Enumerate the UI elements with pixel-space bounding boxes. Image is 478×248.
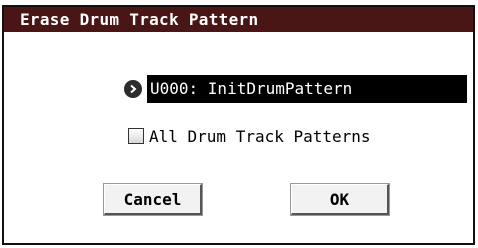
cancel-button[interactable]: Cancel <box>104 184 202 215</box>
arrow-right-glyph <box>130 84 137 94</box>
play-circle-icon[interactable] <box>124 80 142 98</box>
all-patterns-checkbox-row[interactable]: All Drum Track Patterns <box>128 125 371 147</box>
ok-button[interactable]: OK <box>291 184 389 215</box>
erase-drum-track-pattern-dialog: Erase Drum Track Pattern U000: InitDrumP… <box>2 5 475 245</box>
all-patterns-label: All Drum Track Patterns <box>149 126 371 146</box>
dialog-title: Erase Drum Track Pattern <box>4 7 473 32</box>
drum-pattern-select-field[interactable]: U000: InitDrumPattern <box>147 75 467 103</box>
all-patterns-checkbox[interactable] <box>128 128 144 144</box>
pattern-select-row: U000: InitDrumPattern <box>124 75 467 103</box>
